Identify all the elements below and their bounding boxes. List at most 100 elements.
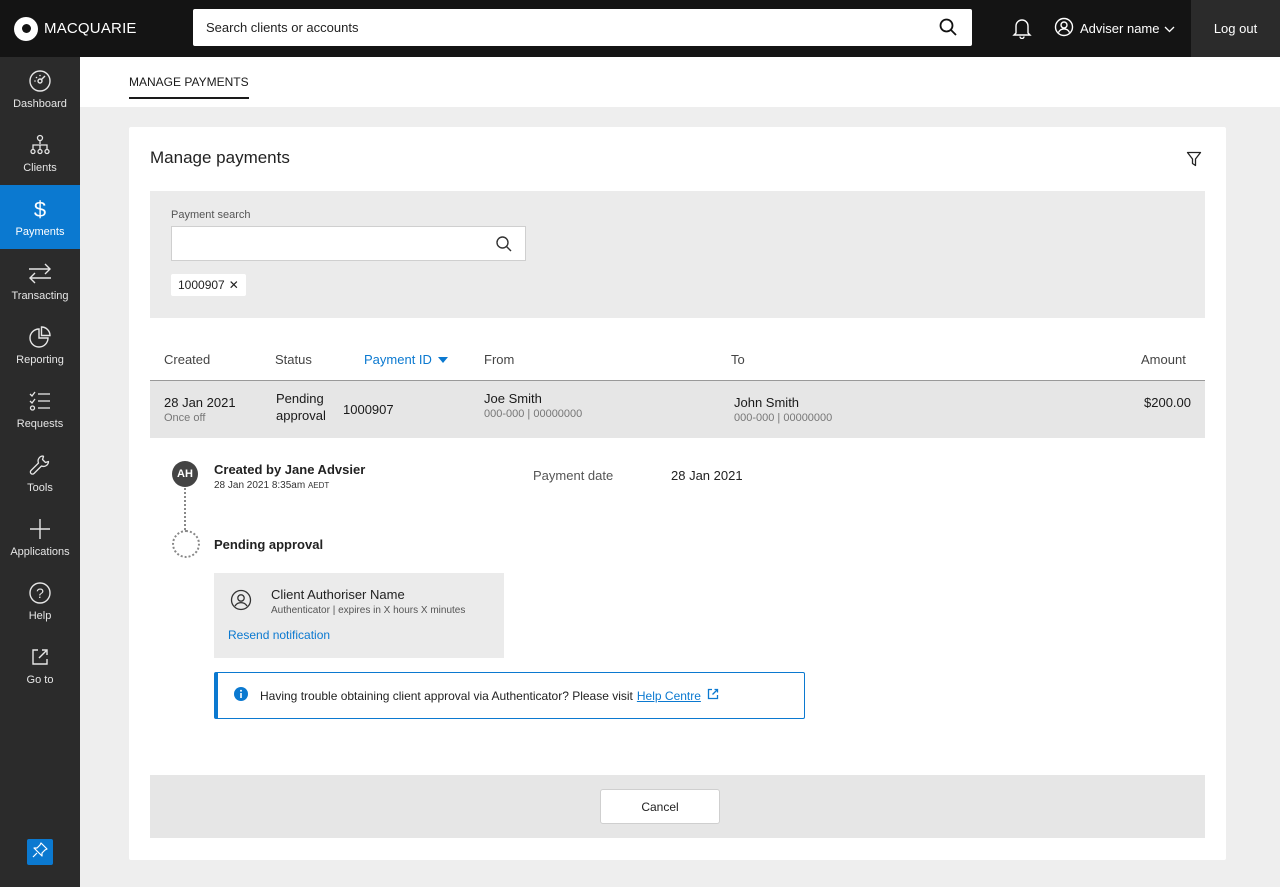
dashboard-icon <box>28 68 52 94</box>
sidebar-item-label: Payments <box>15 226 65 238</box>
payment-search-panel: Payment search 1000907 ✕ <box>150 191 1205 318</box>
cancel-button[interactable]: Cancel <box>600 789 720 824</box>
sidebar-item-label: Clients <box>23 162 57 174</box>
card-footer: Cancel <box>150 775 1205 838</box>
authoriser-box: Client Authoriser Name Authenticator | e… <box>214 573 504 658</box>
row-status-line2: approval <box>276 408 326 423</box>
brand-name: MACQUARIE <box>44 20 137 37</box>
row-status-line1: Pending <box>276 391 324 406</box>
column-header-payment-id[interactable]: Payment ID <box>364 352 448 367</box>
search-icon[interactable] <box>495 235 513 258</box>
global-search-placeholder: Search clients or accounts <box>206 20 359 35</box>
column-header-payment-id-label: Payment ID <box>364 352 432 367</box>
sidebar-item-label: Go to <box>26 674 54 686</box>
column-header-amount[interactable]: Amount <box>1141 352 1186 367</box>
authoriser-expiry: Authenticator | expires in X hours X min… <box>271 605 466 616</box>
payment-detail-panel: AH Created by Jane Advsier 28 Jan 2021 8… <box>150 438 1205 775</box>
info-text: Having trouble obtaining client approval… <box>260 688 633 703</box>
row-payment-id: 1000907 <box>343 402 394 417</box>
sidebar-item-label: Dashboard <box>13 98 67 110</box>
column-header-created[interactable]: Created <box>164 352 210 367</box>
plus-icon <box>28 516 52 542</box>
column-header-status[interactable]: Status <box>275 352 312 367</box>
user-menu[interactable]: Adviser name <box>1054 17 1175 40</box>
clients-icon <box>28 132 52 158</box>
dollar-icon: $ <box>28 196 52 222</box>
brand-logo[interactable]: MACQUARIE <box>0 16 193 41</box>
created-timezone: AEDT <box>307 481 330 490</box>
logout-button[interactable]: Log out <box>1191 0 1280 57</box>
row-amount: $200.00 <box>1144 395 1191 410</box>
sidebar-nav: Dashboard Clients $ Payments Transacting… <box>0 57 80 887</box>
payment-date-label: Payment date <box>533 468 614 483</box>
macquarie-logo-icon <box>14 16 38 41</box>
sidebar-item-reporting[interactable]: Reporting <box>0 313 80 377</box>
row-created-cell: 28 Jan 2021 Once off <box>164 395 236 424</box>
row-to-cell: John Smith 000-000 | 00000000 <box>734 395 832 424</box>
pending-step-icon <box>172 530 200 558</box>
help-centre-link[interactable]: Help Centre <box>637 689 701 703</box>
sidebar-item-label: Help <box>28 610 52 622</box>
row-from-cell: Joe Smith 000-000 | 00000000 <box>484 391 582 420</box>
pending-approval-title: Pending approval <box>214 537 324 552</box>
row-status-cell: Pending approval <box>276 391 326 423</box>
row-from-account: 000-000 | 00000000 <box>484 408 583 420</box>
wrench-icon <box>28 452 52 478</box>
user-name-label: Adviser name <box>1080 21 1160 36</box>
manage-payments-card: Manage payments Payment search 1000907 ✕… <box>129 127 1226 860</box>
search-filter-chip: 1000907 ✕ <box>171 274 246 296</box>
column-header-to[interactable]: To <box>731 352 745 367</box>
sidebar-item-help[interactable]: ? Help <box>0 569 80 633</box>
user-avatar-icon <box>1054 17 1074 40</box>
created-time: 28 Jan 2021 8:35am <box>214 480 306 491</box>
row-to-account: 000-000 | 00000000 <box>734 412 833 424</box>
close-icon[interactable]: ✕ <box>229 278 239 292</box>
row-frequency: Once off <box>164 412 206 424</box>
external-link-icon[interactable] <box>707 688 719 703</box>
svg-text:?: ? <box>36 585 44 601</box>
person-icon <box>230 589 252 616</box>
sidebar-item-requests[interactable]: Requests <box>0 377 80 441</box>
column-header-from[interactable]: From <box>484 352 514 367</box>
payment-search-input[interactable] <box>171 226 526 261</box>
sidebar-item-label: Requests <box>16 418 64 430</box>
row-to-name: John Smith <box>734 395 800 410</box>
info-icon <box>234 687 248 704</box>
chip-label: 1000907 <box>178 278 225 292</box>
table-row[interactable]: 28 Jan 2021 Once off Pending approval 10… <box>150 381 1205 438</box>
page-title: Manage payments <box>150 148 290 167</box>
sidebar-item-label: Applications <box>10 546 70 558</box>
checklist-icon <box>28 388 52 414</box>
svg-text:$: $ <box>34 197 46 222</box>
sidebar-item-dashboard[interactable]: Dashboard <box>0 57 80 121</box>
global-search-input[interactable]: Search clients or accounts <box>193 9 972 46</box>
sidebar-item-clients[interactable]: Clients <box>0 121 80 185</box>
sidebar-item-label: Tools <box>27 482 53 494</box>
tab-manage-payments[interactable]: MANAGE PAYMENTS <box>129 75 249 99</box>
pie-chart-icon <box>28 324 52 350</box>
authoriser-name: Client Authoriser Name <box>271 587 405 602</box>
top-bar: MACQUARIE Search clients or accounts Adv… <box>0 0 1280 57</box>
help-icon: ? <box>28 580 52 606</box>
notifications-bell-icon[interactable] <box>1012 17 1032 44</box>
sidebar-item-label: Transacting <box>11 290 69 302</box>
sidebar-item-tools[interactable]: Tools <box>0 441 80 505</box>
external-link-icon <box>29 644 51 670</box>
sidebar-item-applications[interactable]: Applications <box>0 505 80 569</box>
search-icon[interactable] <box>938 17 958 40</box>
filter-icon[interactable] <box>1186 151 1202 173</box>
pin-icon <box>32 841 48 863</box>
sidebar-item-payments[interactable]: $ Payments <box>0 185 80 249</box>
resend-notification-link[interactable]: Resend notification <box>228 628 330 642</box>
sidebar-item-label: Reporting <box>16 354 64 366</box>
avatar: AH <box>172 461 198 487</box>
sidebar-item-go-to[interactable]: Go to <box>0 633 80 697</box>
timeline-connector <box>184 488 186 530</box>
sort-descending-icon <box>437 356 448 363</box>
pin-sidebar-button[interactable] <box>27 839 53 865</box>
transfer-icon <box>27 260 53 286</box>
sidebar-item-transacting[interactable]: Transacting <box>0 249 80 313</box>
payment-search-label: Payment search <box>171 209 251 221</box>
created-by-title: Created by Jane Advsier <box>214 462 366 477</box>
row-created-date: 28 Jan 2021 <box>164 395 236 410</box>
